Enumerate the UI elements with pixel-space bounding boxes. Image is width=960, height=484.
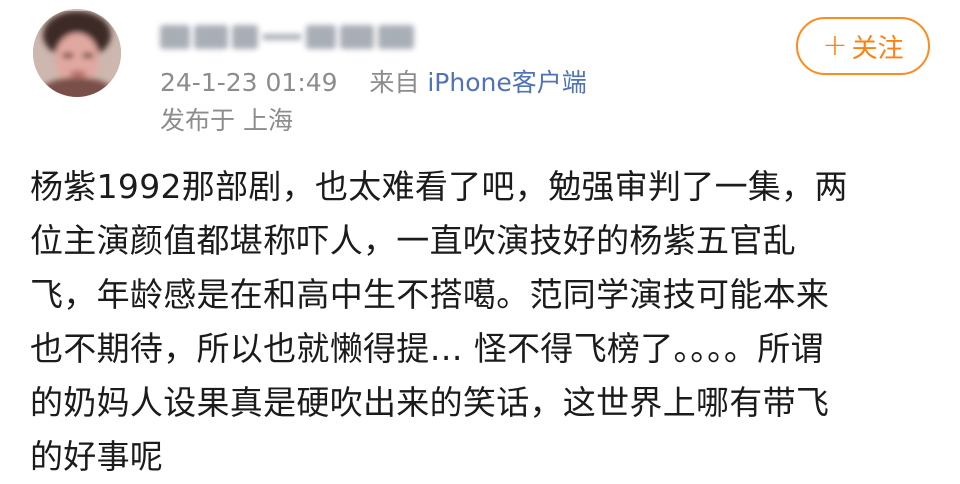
post-body-line: 杨紫1992那部剧，也太难看了吧，勉强审判了一集，两 bbox=[30, 167, 848, 206]
follow-button[interactable]: + 关注 bbox=[796, 17, 930, 75]
user-avatar-icon bbox=[33, 9, 121, 97]
post-meta: 24-1-23 01:49 来自 iPhone客户端 bbox=[160, 67, 587, 99]
post-body-line: 也不期待，所以也就懒得提… 怪不得飞榜了。。。。所谓 bbox=[30, 329, 824, 368]
source-link[interactable]: iPhone客户端 bbox=[427, 68, 586, 97]
post-body-line: 位主演颜值都堪称吓人，一直吹演技好的杨紫五官乱 bbox=[30, 221, 796, 260]
post-timestamp: 24-1-23 01:49 bbox=[160, 68, 338, 97]
post-body: 杨紫1992那部剧，也太难看了吧，勉强审判了一集，两 位主演颜值都堪称吓人，一直… bbox=[30, 160, 930, 484]
post-body-line: 的奶妈人设果真是硬吹出来的笑话，这世界上哪有带飞 bbox=[30, 383, 830, 422]
post-location: 发布于 上海 bbox=[160, 106, 293, 135]
post-body-line: 飞，年龄感是在和高中生不搭噶。范同学演技可能本来 bbox=[30, 275, 830, 314]
post-body-line: 的好事呢 bbox=[30, 437, 164, 476]
plus-icon: + bbox=[822, 28, 848, 63]
source-prefix: 来自 bbox=[369, 68, 420, 97]
follow-label: 关注 bbox=[851, 33, 904, 64]
avatar[interactable] bbox=[33, 9, 121, 97]
username-blurred[interactable] bbox=[160, 20, 430, 54]
post-header: 24-1-23 01:49 来自 iPhone客户端 发布于 上海 + 关注 bbox=[0, 0, 960, 150]
